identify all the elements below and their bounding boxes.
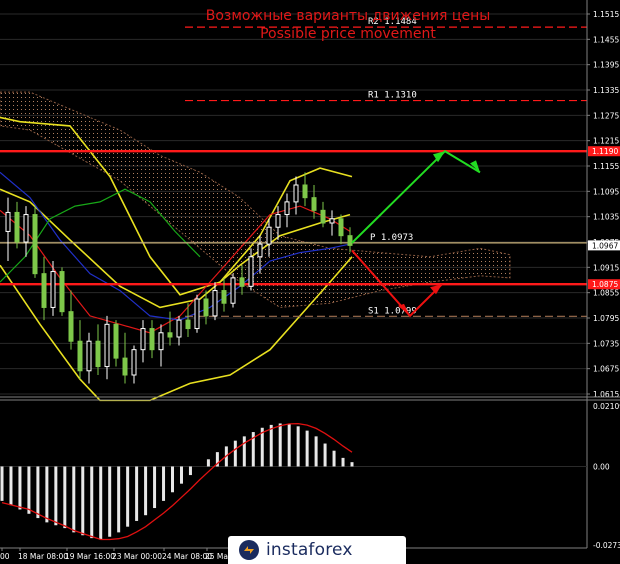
candle-body (140, 328, 146, 351)
price-tick-label: 1.0915 (593, 263, 619, 272)
candle-body (122, 357, 128, 376)
price-marker-label: 1.0875 (592, 280, 618, 289)
candle-body (275, 214, 281, 228)
candle-body (131, 349, 137, 376)
candle-body (77, 340, 83, 372)
price-tick-label: 1.1455 (593, 35, 619, 44)
instaforex-logo-icon (239, 540, 259, 560)
candle-body (203, 298, 209, 317)
candle-body (50, 271, 56, 308)
price-tick-label: 1.0675 (593, 365, 619, 374)
candle-body (113, 323, 119, 359)
candle-body (338, 218, 344, 237)
candle-body (104, 323, 110, 368)
candle-body (320, 209, 326, 224)
candle-body (32, 214, 38, 275)
time-tick-label: 23 Mar 00:00 (112, 552, 162, 561)
candle-body (5, 211, 11, 232)
oscillator-tick-label: -0.02739 (593, 541, 620, 550)
price-tick-label: 1.0735 (593, 339, 619, 348)
candle-body (95, 340, 101, 368)
candle-body (302, 184, 308, 199)
price-tick-label: 1.1275 (593, 111, 619, 120)
candle-body (212, 290, 218, 317)
candle-body (176, 319, 182, 338)
price-marker-label: 1.1190 (592, 147, 618, 156)
price-tick-label: 1.0615 (593, 390, 619, 399)
candle-body (311, 197, 317, 211)
price-tick-label: 1.0795 (593, 314, 619, 323)
price-tick-label: 1.1035 (593, 213, 619, 222)
instaforex-watermark: instaforex (228, 536, 406, 564)
candle-body (86, 340, 92, 372)
price-tick-label: 1.0855 (593, 289, 619, 298)
candle-body (14, 211, 20, 243)
candle-body (167, 332, 173, 338)
candle-body (41, 273, 47, 308)
candle-body (230, 277, 236, 304)
price-tick-label: 1.1155 (593, 162, 619, 171)
price-tick-label: 1.1095 (593, 187, 619, 196)
price-chart: R2 1.1484R1 1.1310P 1.0973S1 1.0799 1.15… (0, 0, 620, 564)
level-label: R1 1.1310 (368, 91, 417, 101)
time-tick-label: 25 Ma (205, 552, 228, 561)
level-label: P 1.0973 (370, 233, 413, 243)
candle-body (149, 328, 155, 351)
candle-body (248, 256, 254, 287)
candle-body (347, 235, 353, 246)
price-tick-label: 1.1335 (593, 86, 619, 95)
time-tick-label: 18 Mar 08:00 (18, 552, 68, 561)
candle-body (221, 290, 227, 304)
candle-body (59, 271, 65, 313)
price-tick-label: 1.1395 (593, 61, 619, 70)
candle-body (158, 332, 164, 351)
oscillator-tick-label: 0.02109 (593, 402, 620, 411)
candle-body (194, 298, 200, 330)
candle-body (185, 319, 191, 330)
candle-body (329, 218, 335, 224)
oscillator-tick-label: 0.00 (593, 462, 610, 471)
current-price-label: 1.0967 (592, 241, 618, 250)
candle-body (68, 311, 74, 342)
candle-body (284, 201, 290, 216)
chart-title: Возможные варианты движения цены (206, 8, 491, 24)
chart-subtitle: Possible price movement (260, 26, 436, 42)
candle-body (239, 277, 245, 287)
time-tick-label: 00 (0, 552, 10, 561)
price-tick-label: 1.1215 (593, 137, 619, 146)
candle-body (293, 184, 299, 203)
candle-body (23, 214, 29, 243)
watermark-text: instaforex (266, 540, 353, 560)
time-tick-label: 19 Mar 16:00 (65, 552, 115, 561)
candle-body (257, 243, 263, 258)
price-tick-label: 1.1515 (593, 10, 619, 19)
candle-body (266, 226, 272, 245)
